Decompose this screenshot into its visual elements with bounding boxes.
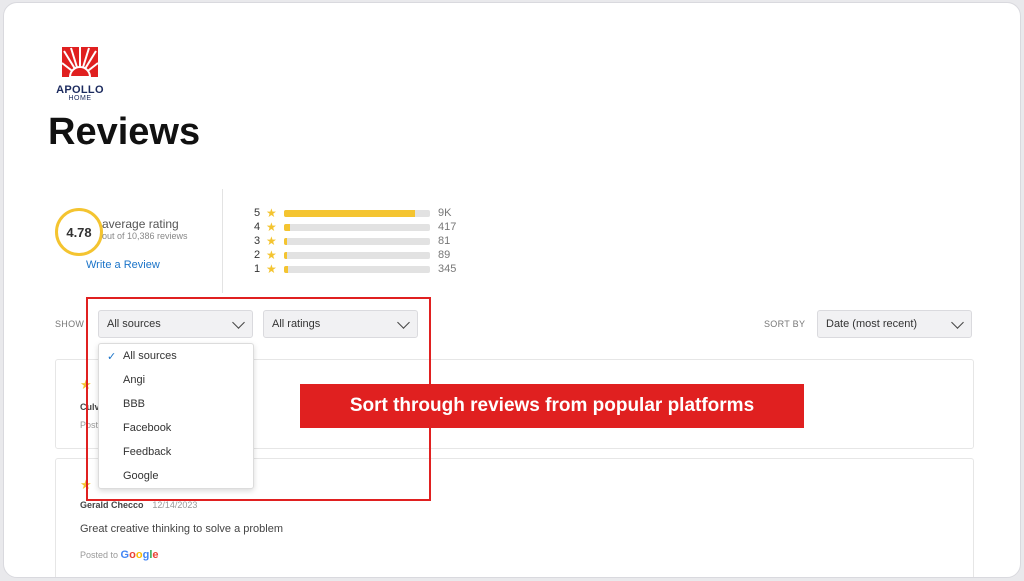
posted-to-label: Posted to bbox=[80, 550, 119, 560]
page-title: Reviews bbox=[48, 111, 201, 153]
review-text: Great creative thinking to solve a probl… bbox=[80, 523, 283, 535]
distribution-row-2[interactable]: 2 ★ 89 bbox=[254, 248, 456, 262]
distribution-row-5[interactable]: 5 ★ 9K bbox=[254, 206, 456, 220]
distribution-count: 89 bbox=[438, 249, 451, 261]
star-icon: ★ bbox=[266, 220, 277, 234]
logo-subtitle: HOME bbox=[68, 95, 92, 102]
distribution-bar bbox=[284, 251, 430, 259]
apollo-home-logo[interactable]: APOLLO HOME bbox=[48, 47, 112, 105]
distribution-stars: 1 bbox=[254, 263, 261, 275]
posted-to: Posted to Google bbox=[80, 549, 159, 561]
google-logo[interactable]: Google bbox=[121, 549, 159, 561]
reviewer-name: Gerald Checco bbox=[80, 500, 144, 510]
distribution-count: 417 bbox=[438, 221, 457, 233]
distribution-row-4[interactable]: 4 ★ 417 bbox=[254, 220, 456, 234]
sort-value: Date (most recent) bbox=[826, 318, 918, 330]
average-rating-label: average rating bbox=[102, 217, 179, 231]
callout-banner: Sort through reviews from popular platfo… bbox=[300, 384, 804, 428]
average-rating-badge: 4.78 bbox=[55, 208, 103, 256]
distribution-fill bbox=[284, 265, 289, 273]
review-count: out of 10,386 reviews bbox=[102, 231, 188, 241]
write-review-link[interactable]: Write a Review bbox=[86, 259, 160, 271]
screen-frame: APOLLO HOME Reviews 4.78 average rating … bbox=[3, 2, 1021, 578]
distribution-fill bbox=[284, 209, 416, 217]
distribution-bar bbox=[284, 237, 430, 245]
star-icon: ★ bbox=[266, 234, 277, 248]
distribution-row-1[interactable]: 1 ★ 345 bbox=[254, 262, 456, 276]
review-meta: Gerald Checco 12/14/2023 bbox=[80, 500, 197, 511]
distribution-count: 81 bbox=[438, 235, 451, 247]
distribution-bar bbox=[284, 209, 430, 217]
sort-by-label: SORT BY bbox=[764, 319, 806, 329]
sunburst-logo-icon bbox=[61, 47, 99, 78]
distribution-stars: 5 bbox=[254, 207, 261, 219]
rating-distribution: 5 ★ 9K 4 ★ 417 3 ★ 81 2 ★ 89 1 ★ 345 bbox=[254, 206, 456, 276]
review-date: 12/14/2023 bbox=[152, 500, 198, 510]
distribution-fill bbox=[284, 237, 287, 245]
distribution-fill bbox=[284, 251, 287, 259]
divider bbox=[222, 189, 223, 293]
distribution-bar bbox=[284, 265, 430, 273]
star-icon: ★ bbox=[266, 248, 277, 262]
show-filter-label: SHOW bbox=[55, 319, 85, 329]
distribution-fill bbox=[284, 223, 290, 231]
distribution-stars: 3 bbox=[254, 235, 261, 247]
distribution-bar bbox=[284, 223, 430, 231]
distribution-stars: 4 bbox=[254, 221, 261, 233]
star-icon: ★ bbox=[266, 262, 277, 276]
sort-select[interactable]: Date (most recent) bbox=[817, 310, 972, 338]
distribution-row-3[interactable]: 3 ★ 81 bbox=[254, 234, 456, 248]
star-icon: ★ bbox=[266, 206, 277, 220]
distribution-count: 9K bbox=[438, 207, 452, 219]
chevron-down-icon bbox=[951, 316, 964, 329]
distribution-stars: 2 bbox=[254, 249, 261, 261]
distribution-count: 345 bbox=[438, 263, 457, 275]
